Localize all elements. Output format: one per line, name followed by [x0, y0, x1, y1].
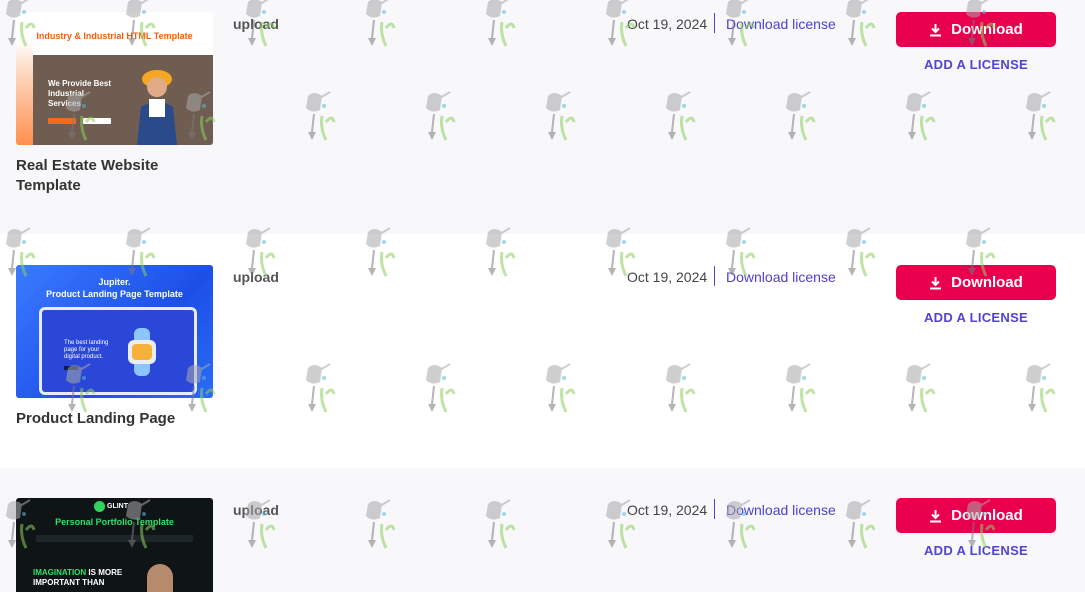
thumbnail-button: [83, 118, 111, 124]
headline-text: IS MORE: [86, 568, 123, 577]
source-type-label: upload: [233, 502, 279, 518]
thumbnail-brand: Jupiter.: [98, 277, 131, 287]
add-license-link[interactable]: ADD A LICENSE: [896, 310, 1056, 325]
thumbnail-title: Product Landing Page Template: [46, 289, 183, 299]
download-button[interactable]: Download: [896, 498, 1056, 533]
download-icon: [930, 276, 942, 289]
thumbnail-headline: IMAGINATION IS MORE IMPORTANT THAN: [33, 568, 122, 588]
download-button-label: Download: [951, 274, 1023, 291]
thumbnail-nav: [36, 535, 193, 542]
download-button[interactable]: Download: [896, 12, 1056, 47]
template-title[interactable]: Product Landing Page: [16, 409, 216, 429]
thumbnail-title: Personal Portfolio Template: [55, 517, 174, 527]
download-icon: [930, 23, 942, 36]
download-row: GLINT Personal Portfolio Template IMAGIN…: [0, 468, 1085, 592]
download-icon: [930, 509, 942, 522]
divider: [714, 266, 715, 286]
download-date: Oct 19, 2024: [627, 269, 708, 285]
add-license-link[interactable]: ADD A LICENSE: [896, 543, 1056, 558]
thumbnail-hero: We Provide Best Industrial Services: [33, 45, 213, 145]
download-date: Oct 19, 2024: [627, 502, 708, 518]
logo-icon: [94, 501, 105, 512]
thumbnail-logo-text: GLINT: [107, 503, 128, 510]
template-thumbnail[interactable]: Industry & Industrial HTML Template We P…: [16, 12, 213, 145]
thumbnail-button: [64, 366, 78, 370]
thumbnail-logo: GLINT: [94, 501, 128, 512]
source-type-label: upload: [233, 269, 279, 285]
download-button-label: Download: [951, 507, 1023, 524]
headline-text: IMPORTANT THAN: [33, 578, 105, 587]
add-license-link[interactable]: ADD A LICENSE: [896, 57, 1056, 72]
download-date: Oct 19, 2024: [627, 16, 708, 32]
smartwatch-image: [128, 328, 156, 376]
headline-highlight: IMAGINATION: [33, 568, 87, 577]
thumbnail-screen-text: The best landing page for your digital p…: [64, 340, 109, 360]
download-license-link[interactable]: Download license: [726, 502, 836, 518]
source-type-label: upload: [233, 16, 279, 32]
download-license-link[interactable]: Download license: [726, 16, 836, 32]
thumbnail-nav: [33, 45, 213, 55]
divider: [714, 499, 715, 519]
download-row: Jupiter. Product Landing Page Template T…: [0, 234, 1085, 468]
download-license-link[interactable]: Download license: [726, 269, 836, 285]
thumbnail-button: [48, 118, 76, 124]
download-button-label: Download: [951, 21, 1023, 38]
template-thumbnail[interactable]: GLINT Personal Portfolio Template IMAGIN…: [16, 498, 213, 592]
portrait-image: [147, 564, 173, 592]
template-title[interactable]: Real Estate Website Template: [16, 156, 216, 196]
thumbnail-hero-text: We Provide Best Industrial Services: [48, 79, 111, 108]
divider: [714, 13, 715, 33]
download-row: Industry & Industrial HTML Template We P…: [0, 0, 1085, 234]
thumbnail-screen: The best landing page for your digital p…: [39, 307, 197, 395]
thumbnail-title: Industry & Industrial HTML Template: [36, 31, 193, 41]
download-button[interactable]: Download: [896, 265, 1056, 300]
worker-image: [137, 70, 177, 145]
template-thumbnail[interactable]: Jupiter. Product Landing Page Template T…: [16, 265, 213, 398]
